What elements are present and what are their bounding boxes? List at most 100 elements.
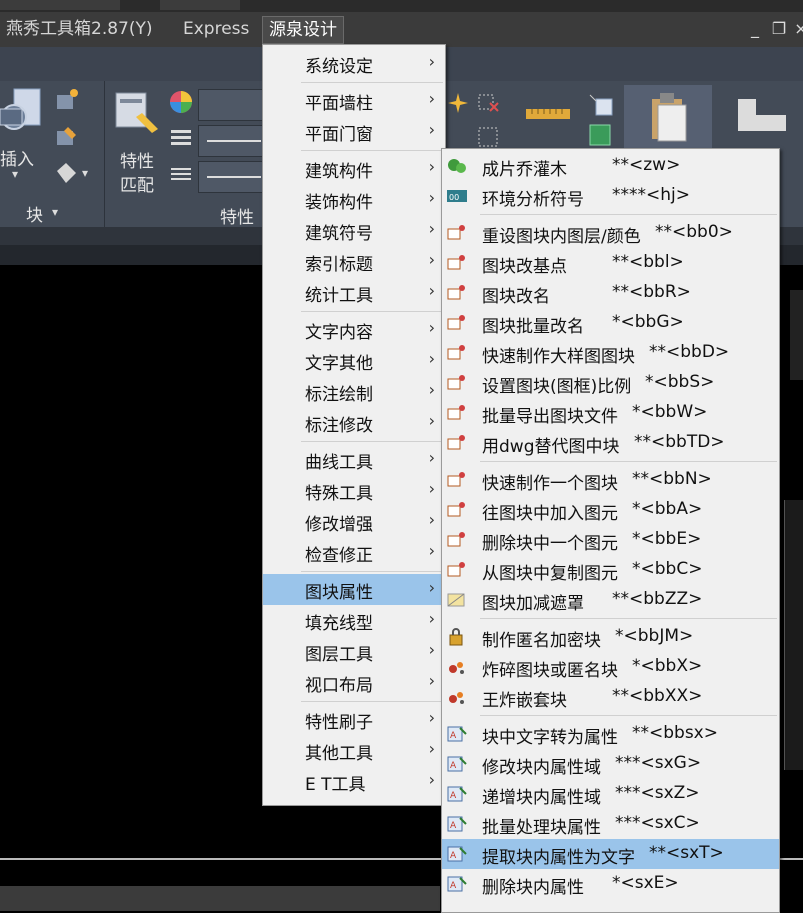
color-select[interactable] [198, 89, 264, 121]
base-icon[interactable] [736, 95, 790, 135]
menu-item[interactable]: 其他工具 › [263, 735, 445, 766]
svg-text:A: A [450, 761, 457, 771]
submenu-item[interactable]: 删除块中一个图元 *<bbE> [442, 525, 779, 555]
block-attr-icon[interactable]: ▾ [54, 159, 94, 185]
menu-item[interactable]: 统计工具 › [263, 277, 445, 308]
menu-express[interactable]: Express [177, 16, 255, 42]
linetype-select[interactable] [198, 161, 264, 193]
menu-separator [301, 701, 443, 702]
menu-yuanquan[interactable]: 源泉设计 [262, 16, 344, 44]
batch-attr-icon: A [446, 814, 468, 834]
select-icon[interactable] [588, 123, 612, 147]
lineweight-select[interactable] [198, 125, 264, 157]
submenu-item[interactable]: 00 环境分析符号 ****<hj> [442, 181, 779, 211]
menu-item[interactable]: 文字其他 › [263, 345, 445, 376]
submenu-item-label: 图块改基点 [482, 257, 567, 277]
submenu-item[interactable]: 往图块中加入图元 *<bbA> [442, 495, 779, 525]
submenu-item[interactable]: 王炸嵌套块 **<bbXX> [442, 682, 779, 712]
submenu-item[interactable]: A 递增块内属性域 ***<sxZ> [442, 779, 779, 809]
tree-icon [446, 156, 468, 176]
close-icon[interactable]: × [792, 20, 803, 38]
insert-dropdown-icon[interactable]: ▾ [12, 167, 18, 181]
submenu-item[interactable]: 图块批量改名 *<bbG> [442, 308, 779, 338]
submenu-item[interactable]: A 删除块内属性 *<sxE> [442, 869, 779, 899]
properties-panel-label[interactable]: 特性 [220, 203, 254, 228]
submenu-item[interactable]: A 批量处理块属性 ***<sxC> [442, 809, 779, 839]
menu-item[interactable]: 索引标题 › [263, 246, 445, 277]
menu-item[interactable]: 标注绘制 › [263, 376, 445, 407]
submenu-item[interactable]: 图块加减遮罩 **<bbZZ> [442, 585, 779, 615]
submenu-item[interactable]: A 提取块内属性为文字 **<sxT> [442, 839, 779, 869]
submenu-item[interactable]: A 块中文字转为属性 **<bbsx> [442, 719, 779, 749]
menu-item-label: 填充线型 [305, 614, 373, 634]
submenu-item[interactable]: 制作匿名加密块 *<bbJM> [442, 622, 779, 652]
submenu-item-label: 提取块内属性为文字 [482, 848, 635, 868]
submenu-item-command: *<bbS> [645, 372, 715, 392]
viewcube-edge[interactable] [790, 290, 803, 380]
menu-item[interactable]: E T工具 › [263, 766, 445, 797]
match-label-1[interactable]: 特性 [120, 147, 154, 172]
block-export-icon [446, 403, 468, 423]
menu-yanxiu[interactable]: 燕秀工具箱2.87(Y) [0, 16, 159, 42]
submenu-item[interactable]: 重设图块内图层/颜色 **<bb0> [442, 218, 779, 248]
menu-item[interactable]: 修改增强 › [263, 506, 445, 537]
svg-text:▾: ▾ [82, 166, 88, 180]
menu-item[interactable]: 标注修改 › [263, 407, 445, 438]
menu-item[interactable]: 平面墙柱 › [263, 85, 445, 116]
svg-text:A: A [450, 881, 457, 891]
measure-icon[interactable] [524, 105, 572, 125]
edit-block-icon[interactable] [54, 123, 80, 149]
chevron-right-icon: › [428, 281, 435, 300]
submenu-item-command: *<bbW> [632, 402, 708, 422]
copy-entity-icon [446, 560, 468, 580]
block-scale-icon [446, 373, 468, 393]
menu-item[interactable]: 图块属性 › [263, 574, 445, 605]
minimize-icon[interactable]: _ [746, 20, 764, 38]
create-block-icon[interactable] [54, 87, 80, 113]
navigation-bar[interactable] [784, 500, 803, 770]
menu-item[interactable]: 图层工具 › [263, 636, 445, 667]
submenu-item[interactable]: 设置图块(图框)比例 *<bbS> [442, 368, 779, 398]
insert-block-icon[interactable] [0, 87, 44, 137]
block-panel-dropdown-icon[interactable]: ▾ [52, 205, 58, 219]
menu-item[interactable]: 特性刷子 › [263, 704, 445, 735]
match-properties-icon[interactable] [114, 87, 164, 135]
command-line[interactable] [0, 886, 440, 911]
chevron-right-icon: › [428, 640, 435, 659]
menu-item[interactable]: 文字内容 › [263, 314, 445, 345]
menu-separator [301, 571, 443, 572]
menu-item[interactable]: 曲线工具 › [263, 444, 445, 475]
submenu-item[interactable]: 快速制作大样图图块 **<bbD> [442, 338, 779, 368]
submenu-item[interactable]: 快速制作一个图块 **<bbN> [442, 465, 779, 495]
menu-item[interactable]: 建筑符号 › [263, 215, 445, 246]
submenu-item[interactable]: A 修改块内属性域 ***<sxG> [442, 749, 779, 779]
chevron-right-icon: › [428, 541, 435, 560]
menu-item[interactable]: 填充线型 › [263, 605, 445, 636]
submenu-item[interactable]: 图块改基点 **<bbl> [442, 248, 779, 278]
submenu-item-label: 成片乔灌木 [482, 160, 567, 180]
menu-item-label: 曲线工具 [305, 453, 373, 473]
menu-item[interactable]: 建筑构件 › [263, 153, 445, 184]
submenu-item[interactable]: 批量导出图块文件 *<bbW> [442, 398, 779, 428]
menu-item[interactable]: 平面门窗 › [263, 116, 445, 147]
color-wheel-icon[interactable] [168, 89, 194, 115]
object-icon[interactable] [476, 125, 500, 149]
menu-item[interactable]: 系统设定 › [263, 48, 445, 79]
menu-item[interactable]: 视口布局 › [263, 667, 445, 698]
restore-icon[interactable]: ❐ [770, 20, 788, 38]
burst-icon[interactable] [446, 91, 470, 115]
submenu-item[interactable]: 成片乔灌木 **<zw> [442, 151, 779, 181]
group-icon[interactable] [586, 91, 614, 119]
menu-item[interactable]: 装饰构件 › [263, 184, 445, 215]
submenu-item[interactable]: 用dwg替代图中块 **<bbTD> [442, 428, 779, 458]
submenu-item[interactable]: 炸碎图块或匿名块 *<bbX> [442, 652, 779, 682]
make-block-icon [446, 470, 468, 490]
menu-item[interactable]: 特殊工具 › [263, 475, 445, 506]
submenu-item[interactable]: 图块改名 **<bbR> [442, 278, 779, 308]
detail-block-icon [446, 343, 468, 363]
submenu-item[interactable]: 从图块中复制图元 *<bbC> [442, 555, 779, 585]
block-panel-label[interactable]: 块 [26, 201, 43, 226]
match-label-2[interactable]: 匹配 [120, 171, 154, 196]
delete-icon[interactable] [476, 91, 500, 115]
menu-item[interactable]: 检查修正 › [263, 537, 445, 568]
